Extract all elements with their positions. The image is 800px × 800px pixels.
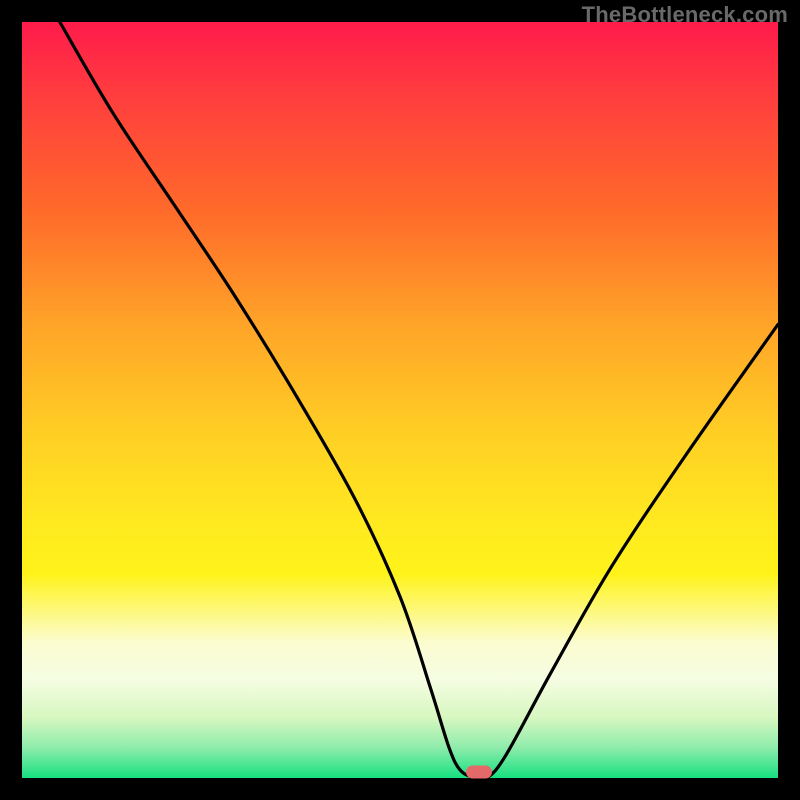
chart-frame: TheBottleneck.com (0, 0, 800, 800)
optimal-marker (466, 765, 492, 778)
curve-svg (22, 22, 778, 778)
plot-area (22, 22, 778, 778)
bottleneck-curve (60, 22, 778, 778)
